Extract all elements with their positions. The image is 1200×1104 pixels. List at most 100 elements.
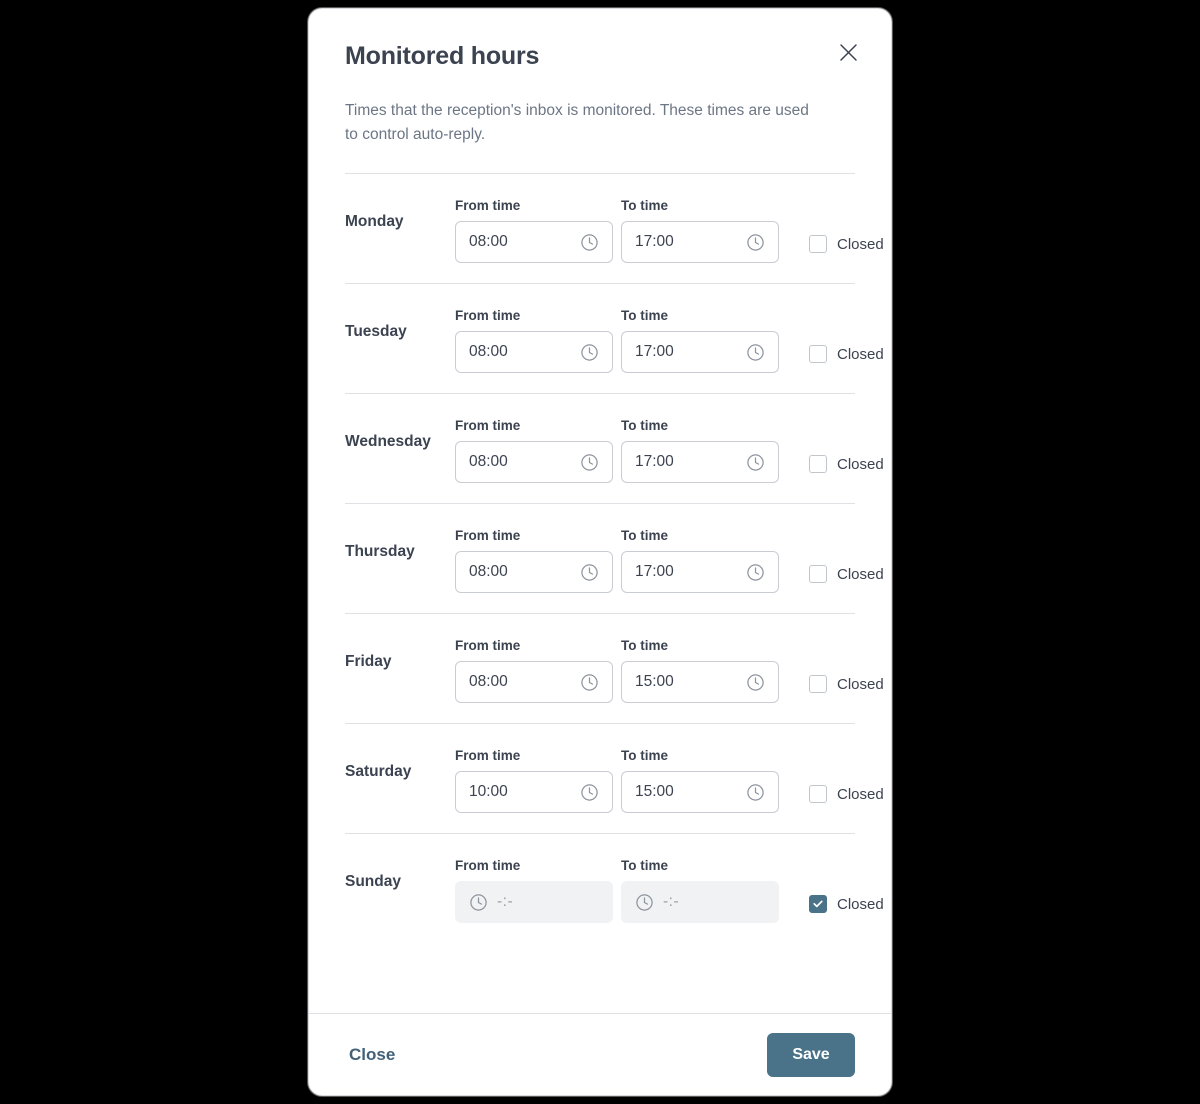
day-row-tuesday: Tuesday From time 08:00 To time 17:00 Cl… [345, 284, 884, 395]
closed-label: Closed [837, 345, 884, 363]
from-time-label: From time [455, 418, 521, 434]
closed-label: Closed [837, 785, 884, 803]
closed-checkbox[interactable] [809, 455, 827, 474]
closed-checkbox[interactable] [809, 785, 827, 804]
closed-checkbox[interactable] [809, 895, 827, 914]
to-time-label: To time [621, 528, 668, 544]
day-row-sunday: Sunday From time -:- To time -:- Closed [345, 834, 884, 944]
closed-label: Closed [837, 235, 884, 253]
closed-checkbox[interactable] [809, 565, 827, 584]
day-row-monday: Monday From time 08:00 To time 17:00 Clo… [345, 174, 884, 285]
clock-icon[interactable] [746, 453, 778, 472]
day-row-friday: Friday From time 08:00 To time 15:00 Clo… [345, 614, 884, 725]
from-time-field: From time 08:00 [455, 418, 621, 484]
to-time-input[interactable]: 17:00 [621, 331, 779, 374]
from-time-label: From time [455, 528, 521, 544]
to-time-field: To time 15:00 [621, 638, 787, 704]
from-time-input[interactable]: 08:00 [455, 441, 613, 484]
clock-icon[interactable] [746, 233, 778, 252]
dialog-description: Times that the reception's inbox is moni… [345, 102, 809, 144]
to-time-input[interactable]: 17:00 [621, 441, 779, 484]
day-label: Tuesday [345, 323, 407, 341]
closed-checkbox[interactable] [809, 235, 827, 254]
clock-icon[interactable] [456, 893, 488, 912]
from-time-value: 10:00 [469, 783, 508, 801]
closed-checkbox-row[interactable]: Closed [809, 858, 884, 914]
to-time-input[interactable]: 15:00 [621, 661, 779, 704]
close-button[interactable]: Close [345, 1045, 399, 1065]
closed-checkbox[interactable] [809, 345, 827, 364]
clock-icon[interactable] [746, 673, 778, 692]
clock-icon[interactable] [622, 893, 654, 912]
dialog-footer: Close Save [309, 1013, 891, 1095]
clock-icon[interactable] [580, 563, 612, 582]
from-time-value: 08:00 [469, 673, 508, 691]
closed-label: Closed [837, 565, 884, 583]
to-time-label: To time [621, 308, 668, 324]
to-time-label: To time [621, 858, 668, 874]
clock-icon[interactable] [580, 673, 612, 692]
closed-label: Closed [837, 675, 884, 693]
clock-icon[interactable] [580, 453, 612, 472]
to-time-value: 17:00 [635, 233, 674, 251]
day-label: Sunday [345, 873, 401, 891]
from-time-label: From time [455, 198, 521, 214]
clock-icon[interactable] [580, 783, 612, 802]
from-time-field: From time -:- [455, 858, 621, 924]
from-time-input[interactable]: 08:00 [455, 551, 613, 594]
day-label: Monday [345, 213, 404, 231]
from-time-field: From time 10:00 [455, 748, 621, 814]
clock-icon[interactable] [746, 783, 778, 802]
to-time-label: To time [621, 418, 668, 434]
to-time-value: 17:00 [635, 563, 674, 581]
day-rows-list: Monday From time 08:00 To time 17:00 Clo… [309, 174, 891, 1013]
to-time-input[interactable]: 17:00 [621, 551, 779, 594]
to-time-field: To time 17:00 [621, 528, 787, 594]
page-title: Monitored hours [345, 42, 540, 70]
from-time-input[interactable]: 08:00 [455, 221, 613, 264]
from-time-input[interactable]: 10:00 [455, 771, 613, 814]
from-time-label: From time [455, 748, 521, 764]
from-time-value: 08:00 [469, 343, 508, 361]
to-time-value: 17:00 [635, 343, 674, 361]
clock-icon[interactable] [746, 563, 778, 582]
from-time-field: From time 08:00 [455, 308, 621, 374]
closed-checkbox-row[interactable]: Closed [809, 528, 884, 584]
save-button[interactable]: Save [767, 1032, 855, 1077]
day-label: Saturday [345, 763, 412, 781]
from-time-input[interactable]: 08:00 [455, 331, 613, 374]
clock-icon[interactable] [580, 343, 612, 362]
to-time-label: To time [621, 638, 668, 654]
to-time-value: 15:00 [635, 673, 674, 691]
clock-icon[interactable] [580, 233, 612, 252]
closed-checkbox-row[interactable]: Closed [809, 748, 884, 804]
day-label: Friday [345, 653, 392, 671]
from-time-value: 08:00 [469, 233, 508, 251]
closed-label: Closed [837, 455, 884, 473]
from-time-input[interactable]: 08:00 [455, 661, 613, 704]
monitored-hours-dialog: Monitored hours Times that the reception… [308, 8, 892, 1096]
from-time-field: From time 08:00 [455, 528, 621, 594]
to-time-field: To time 17:00 [621, 308, 787, 374]
closed-checkbox-row[interactable]: Closed [809, 308, 884, 364]
closed-label: Closed [837, 895, 884, 913]
clock-icon[interactable] [746, 343, 778, 362]
close-icon-button[interactable] [833, 37, 863, 67]
dialog-header: Monitored hours Times that the reception… [309, 9, 891, 175]
closed-checkbox[interactable] [809, 675, 827, 694]
day-row-saturday: Saturday From time 10:00 To time 15:00 C… [345, 724, 884, 835]
day-label: Wednesday [345, 433, 431, 451]
to-time-input[interactable]: 17:00 [621, 221, 779, 264]
from-time-label: From time [455, 638, 521, 654]
closed-checkbox-row[interactable]: Closed [809, 418, 884, 474]
from-time-label: From time [455, 308, 521, 324]
from-time-label: From time [455, 858, 521, 874]
close-icon [839, 43, 858, 62]
from-time-field: From time 08:00 [455, 198, 621, 264]
closed-checkbox-row[interactable]: Closed [809, 638, 884, 694]
from-time-input: -:- [455, 881, 613, 924]
closed-checkbox-row[interactable]: Closed [809, 198, 884, 254]
to-time-field: To time 17:00 [621, 198, 787, 264]
from-time-value: -:- [497, 893, 514, 911]
to-time-input[interactable]: 15:00 [621, 771, 779, 814]
